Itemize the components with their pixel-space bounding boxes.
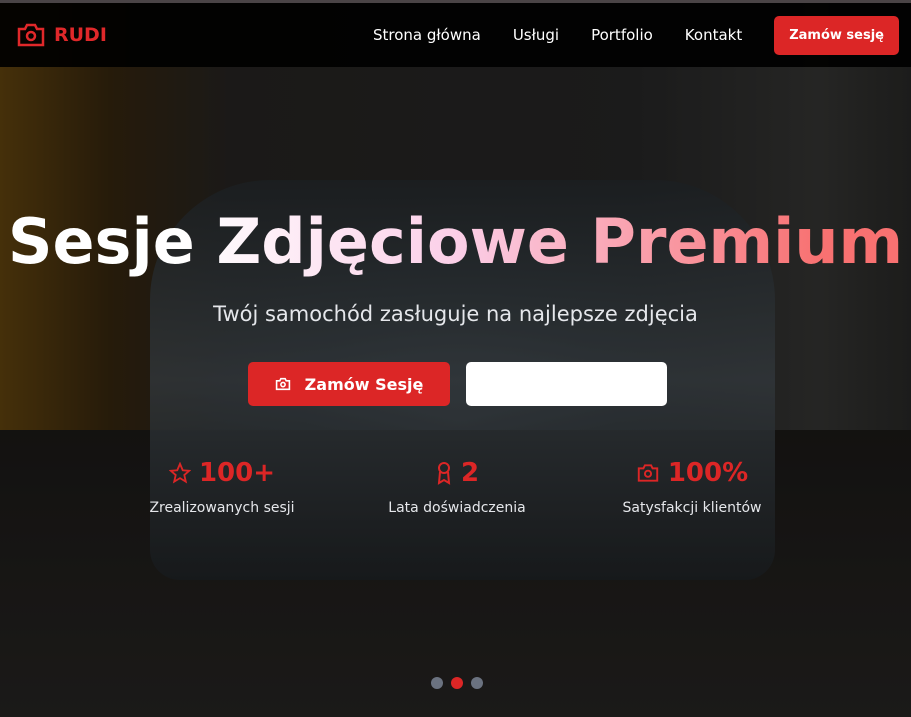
carousel-dot-1[interactable] — [431, 677, 443, 689]
hero-title: Sesje Zdjęciowe Premium — [0, 205, 911, 278]
stat-experience: 2 Lata doświadczenia — [388, 458, 526, 516]
secondary-button[interactable] — [466, 362, 667, 406]
stat-sessions: 100+ Zrealizowanych sesji — [149, 458, 295, 516]
star-icon — [168, 462, 191, 484]
logo[interactable]: RUDI — [16, 22, 107, 48]
navbar: RUDI Strona główna Usługi Portfolio Kont… — [0, 3, 911, 67]
stat-satisfaction: 100% Satysfakcji klientów — [622, 458, 762, 516]
order-session-button[interactable]: Zamów Sesję — [248, 362, 450, 406]
carousel-dot-2[interactable] — [451, 677, 463, 689]
camera-icon — [637, 464, 659, 482]
order-session-nav-button[interactable]: Zamów sesję — [774, 15, 899, 55]
carousel-dot-3[interactable] — [471, 677, 483, 689]
award-icon — [437, 462, 451, 485]
nav-services[interactable]: Usługi — [513, 26, 559, 44]
nav-contact[interactable]: Kontakt — [685, 26, 742, 44]
carousel-dots — [431, 677, 483, 689]
nav-home[interactable]: Strona główna — [373, 26, 481, 44]
nav-portfolio[interactable]: Portfolio — [591, 26, 653, 44]
hero-subtitle: Twój samochód zasługuje na najlepsze zdj… — [213, 302, 698, 326]
camera-icon — [17, 23, 45, 47]
camera-icon — [275, 377, 290, 391]
brand-name: RUDI — [54, 24, 107, 46]
